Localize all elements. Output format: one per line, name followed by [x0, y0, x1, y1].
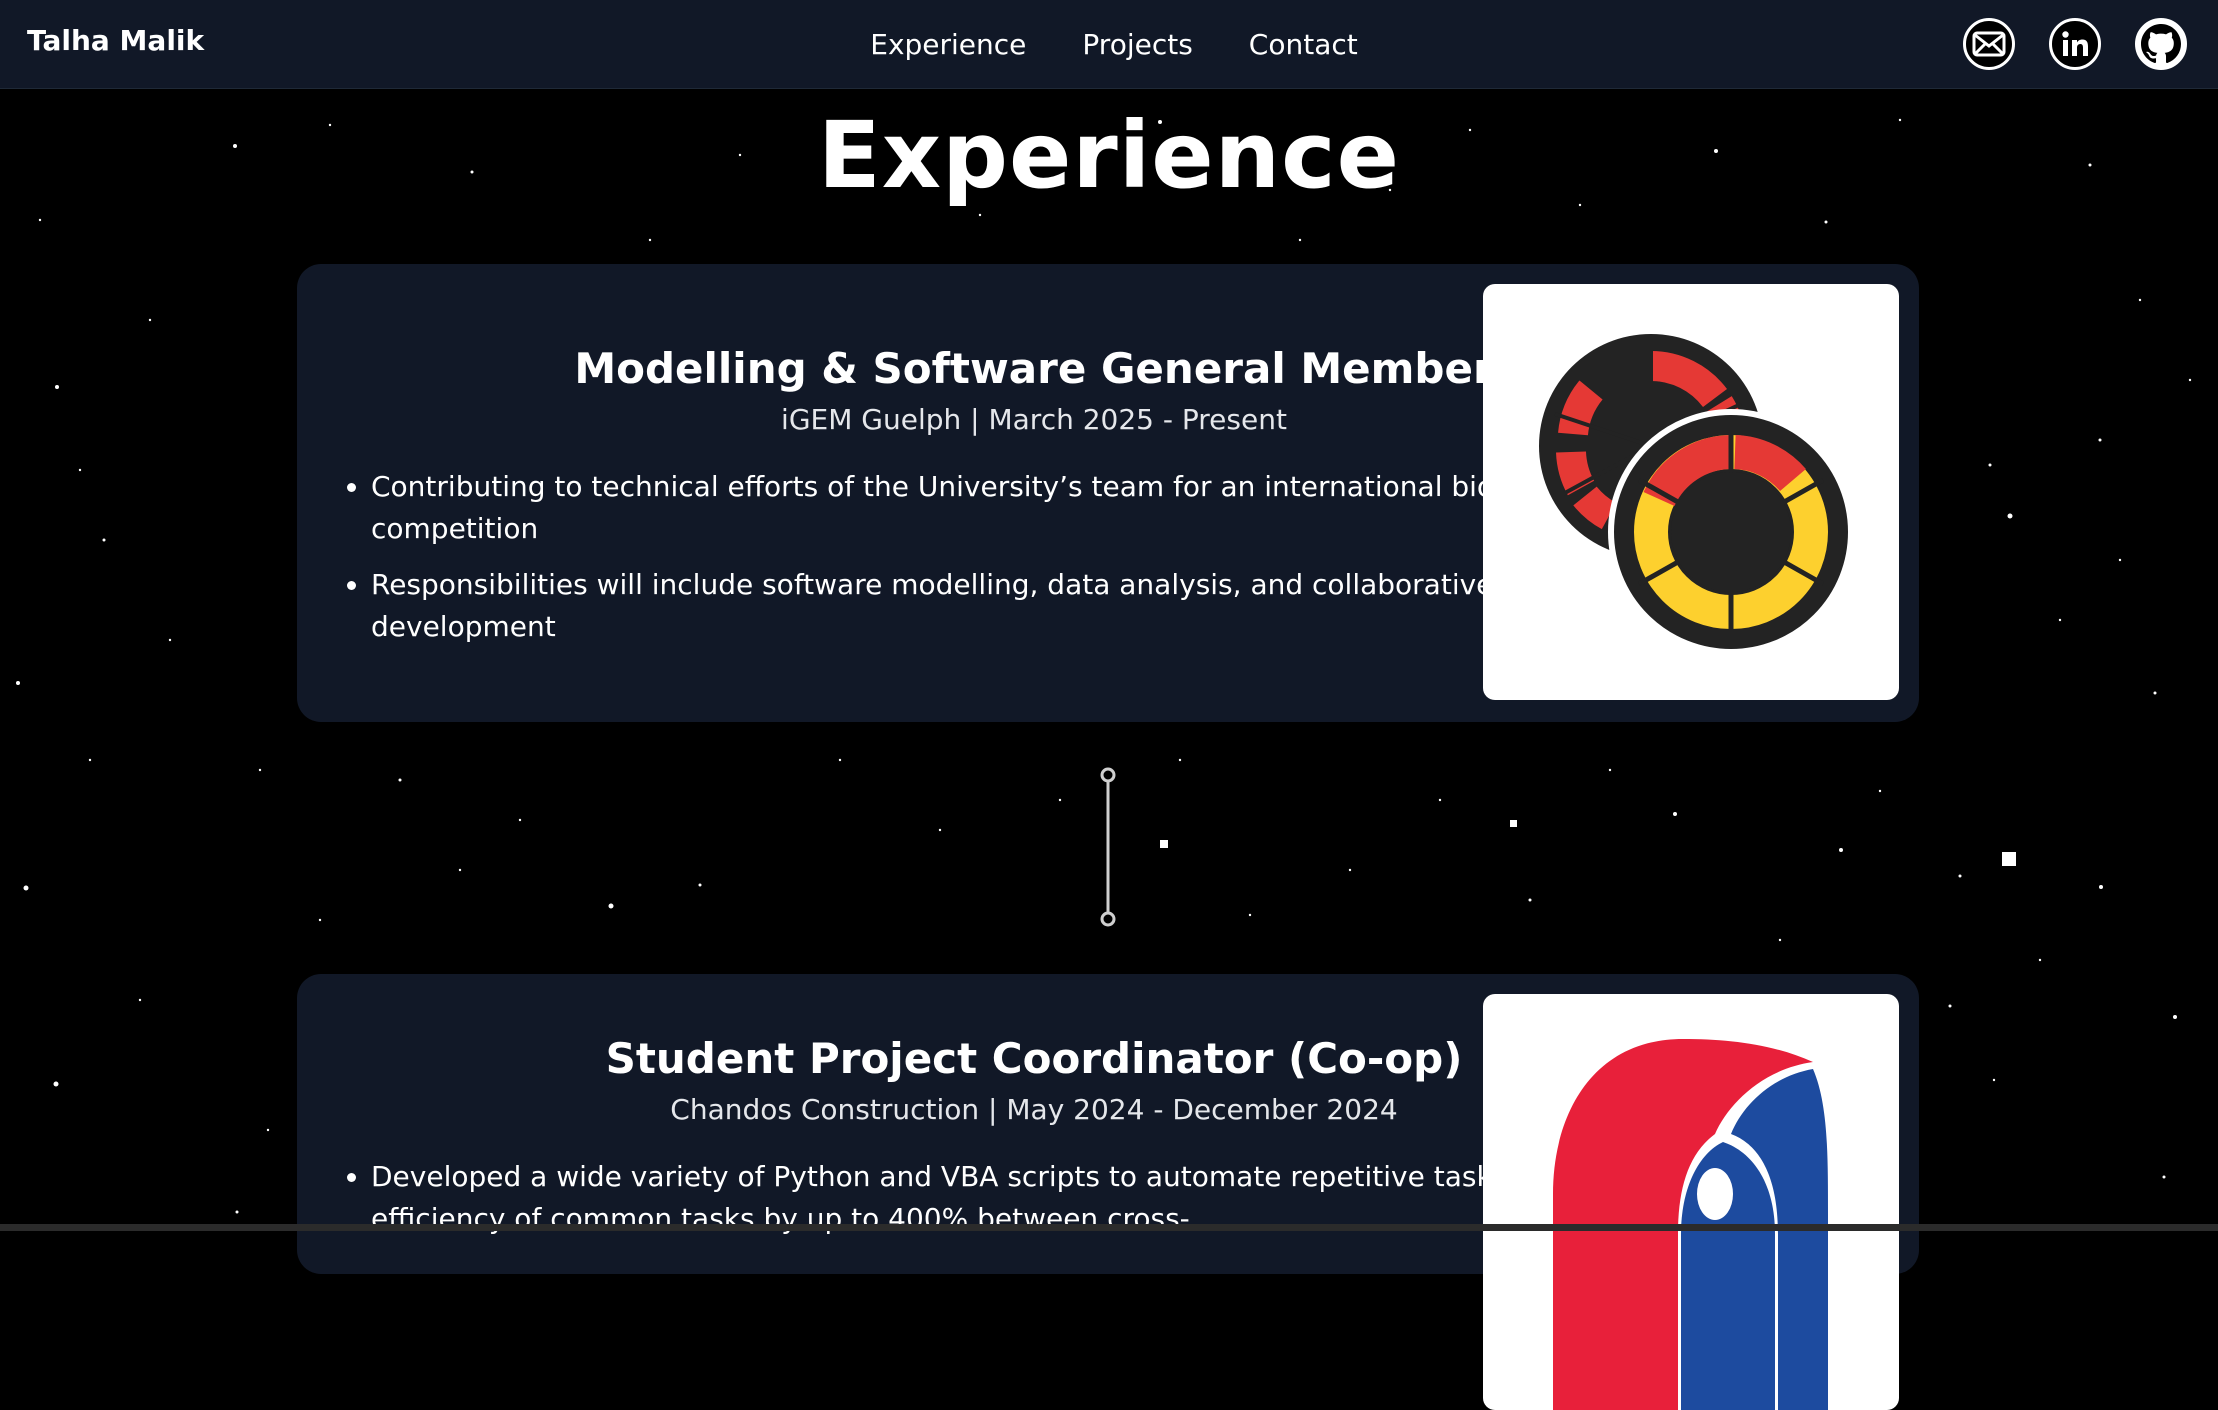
- igem-guelph-logo: [1483, 284, 1899, 700]
- github-icon[interactable]: [2135, 18, 2187, 70]
- window-bottom-edge: [0, 1224, 2218, 1231]
- main-nav: Experience Projects Contact: [0, 0, 2218, 88]
- nav-experience[interactable]: Experience: [870, 28, 1026, 61]
- brand-name[interactable]: Talha Malik: [27, 24, 204, 57]
- nav-projects[interactable]: Projects: [1082, 28, 1192, 61]
- mail-icon[interactable]: [1963, 18, 2015, 70]
- nav-contact[interactable]: Contact: [1249, 28, 1358, 61]
- linkedin-icon[interactable]: [2049, 18, 2101, 70]
- chandos-construction-logo: [1483, 994, 1899, 1410]
- page-title: Experience: [817, 102, 1401, 209]
- top-navbar: Talha Malik Experience Projects Contact: [0, 0, 2218, 89]
- timeline-connector: [1100, 767, 1116, 927]
- experience-card-igem: Modelling & Software General Member iGEM…: [297, 264, 1919, 722]
- social-links: [1963, 18, 2187, 70]
